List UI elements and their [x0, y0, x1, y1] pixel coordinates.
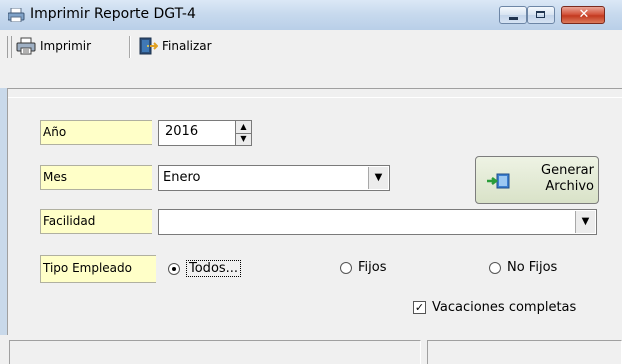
window-title: Imprimir Reporte DGT-4 [30, 6, 196, 22]
print-label: Imprimir [40, 39, 92, 53]
chevron-down-icon[interactable]: ▼ [368, 167, 388, 189]
radio-todos-label: Todos... [186, 260, 242, 277]
exit-door-icon [139, 37, 158, 55]
toolbar-separator [129, 36, 130, 58]
radio-dot-icon[interactable] [489, 261, 501, 274]
close-button[interactable]: ✕ [561, 6, 605, 24]
radio-todos[interactable]: Todos... [168, 260, 242, 277]
radio-dot-icon[interactable] [340, 261, 352, 274]
print-button[interactable]: Imprimir [16, 34, 91, 58]
radio-fijos-label: Fijos [358, 260, 387, 275]
finish-button[interactable]: Finalizar [138, 34, 212, 58]
checkbox-checked-icon[interactable]: ✓ [413, 301, 426, 314]
status-bar [0, 335, 622, 364]
arrow-file-icon [487, 173, 510, 189]
radio-fijos[interactable]: Fijos [340, 260, 386, 275]
anio-input[interactable]: 2016 [158, 120, 236, 146]
generate-file-button[interactable]: Generar Archivo [475, 156, 599, 204]
toolbar-grip-line [11, 36, 12, 58]
printer-doc-icon [8, 8, 25, 22]
vacaciones-checkbox[interactable]: ✓ Vacaciones completas [413, 300, 576, 315]
status-pane-right [427, 340, 622, 364]
close-icon: ✕ [578, 7, 590, 22]
minimize-icon [509, 17, 518, 20]
generate-label-line1: Generar [541, 163, 594, 178]
finish-label: Finalizar [162, 39, 212, 53]
title-bar[interactable]: Imprimir Reporte DGT-4 ✕ [0, 0, 622, 31]
generate-file-label: Generar Archivo [518, 163, 594, 195]
minimize-button[interactable] [499, 6, 527, 24]
spin-down-icon[interactable]: ▼ [236, 133, 251, 145]
vacaciones-label: Vacaciones completas [432, 300, 577, 315]
mes-label: Mes [40, 165, 152, 190]
anio-spinner[interactable]: ▲ ▼ [235, 120, 252, 146]
maximize-button[interactable] [527, 6, 555, 24]
facilidad-label: Facilidad [40, 209, 152, 234]
facilidad-select[interactable]: ▼ [158, 209, 597, 235]
radio-no-fijos[interactable]: No Fijos [489, 260, 557, 275]
toolbar: Imprimir Finalizar [0, 30, 622, 88]
radio-dot-selected-icon[interactable] [168, 262, 180, 275]
status-pane-left [9, 340, 421, 364]
mes-select[interactable]: Enero ▼ [158, 165, 390, 191]
panel-highlight [8, 97, 622, 98]
radio-no-fijos-label: No Fijos [507, 260, 558, 275]
chevron-down-icon[interactable]: ▼ [575, 211, 595, 233]
mes-value: Enero [163, 170, 201, 185]
maximize-icon [536, 11, 545, 18]
generate-label-line2: Archivo [545, 179, 594, 194]
anio-label: Año [40, 120, 152, 145]
tipo-empleado-label: Tipo Empleado [40, 255, 156, 283]
printer-icon [16, 37, 36, 55]
